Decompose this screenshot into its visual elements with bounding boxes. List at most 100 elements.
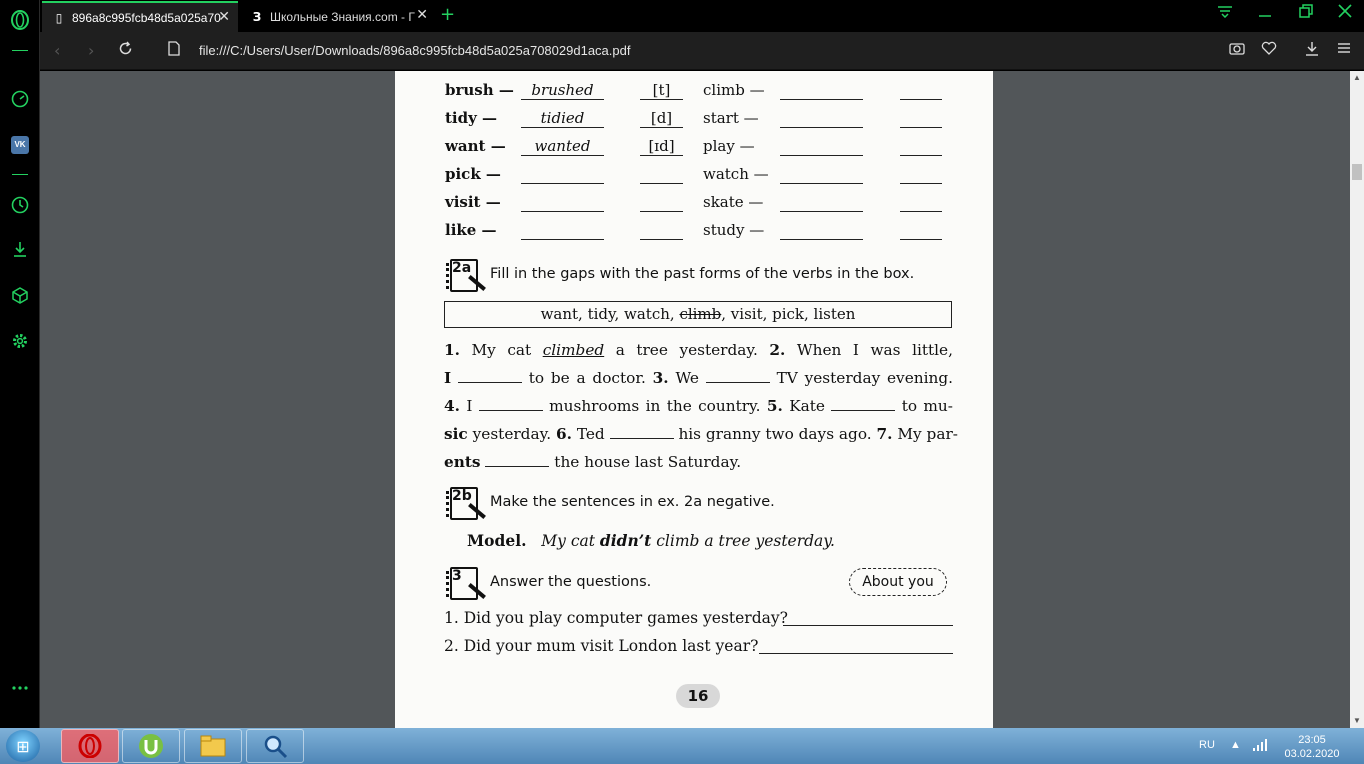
opera-icon[interactable]	[61, 729, 119, 763]
verb-label: like —	[445, 221, 497, 239]
restore-icon[interactable]	[1291, 4, 1321, 28]
start-button[interactable]: ⊞	[6, 730, 40, 762]
answer-line	[521, 183, 604, 184]
settings-icon[interactable]	[9, 330, 31, 352]
language-indicator[interactable]: RU	[1199, 739, 1215, 751]
verb-label: visit —	[445, 193, 501, 211]
sentence-word: My	[471, 341, 496, 359]
vk-icon[interactable]: VK	[9, 134, 31, 156]
tab-title: Школьные Знания.com - Г	[270, 9, 415, 24]
url-field[interactable]: file:///C:/Users/User/Downloads/896a8c99…	[199, 43, 630, 58]
network-icon[interactable]	[1252, 739, 1268, 754]
sentence-word: 7.	[876, 425, 893, 443]
answer-line	[780, 99, 863, 100]
forward-icon[interactable]: ›	[88, 41, 94, 60]
answer-line	[521, 211, 604, 212]
answer-line	[521, 155, 604, 156]
verb-label: tidy —	[445, 109, 498, 127]
sentence-word: Kate	[789, 397, 825, 415]
search-app-icon[interactable]	[246, 729, 304, 763]
sentence-word: his granny two days ago.	[678, 425, 872, 443]
verb-past-form: brushed	[531, 81, 594, 99]
downloads-icon[interactable]	[9, 238, 31, 260]
exercise-icon: 2b	[445, 485, 486, 525]
verb-label: want —	[445, 137, 506, 155]
close-icon[interactable]: ✕	[416, 7, 428, 23]
minimize-icon[interactable]	[1250, 4, 1280, 28]
tab-strip: ▯ 896a8c995fcb48d5a025a70 ✕ З Школьные З…	[40, 0, 1364, 32]
gap-blank	[478, 399, 543, 411]
exercise-2a-line: 1. My cat climbed a tree yesterday. 2. W…	[444, 341, 953, 359]
scroll-up-icon[interactable]: ▲	[1350, 71, 1364, 85]
vk-label: VK	[11, 136, 29, 154]
scroll-down-icon[interactable]: ▼	[1350, 714, 1364, 728]
history-icon[interactable]	[9, 194, 31, 216]
word-box-text: want, tidy, watch,	[540, 305, 680, 323]
tab-znanija[interactable]: З Школьные Знания.com - Г ✕	[240, 1, 436, 32]
gap-blank	[831, 399, 896, 411]
verb-label: climb —	[703, 81, 765, 99]
sound-line	[640, 127, 683, 128]
exercise-number: 2a	[452, 260, 472, 276]
answer-line	[521, 99, 604, 100]
scrollbar[interactable]: ▲ ▼	[1350, 71, 1364, 728]
explorer-icon[interactable]	[184, 729, 242, 763]
sentence-word: We	[675, 369, 699, 387]
speed-dial-icon[interactable]	[9, 88, 31, 110]
new-tab-button[interactable]: +	[440, 4, 455, 25]
sentence-word: mushrooms in the country.	[549, 397, 761, 415]
sentence-word: to mu-	[901, 397, 953, 415]
sentence-word: 1.	[444, 341, 460, 359]
sentence-word: climbed	[542, 341, 605, 359]
tab-pdf[interactable]: ▯ 896a8c995fcb48d5a025a70 ✕	[42, 1, 238, 32]
exercise-2b-instruction: Make the sentences in ex. 2a negative.	[490, 494, 775, 510]
verb-label: start —	[703, 109, 759, 127]
sentence-word: cat	[507, 341, 532, 359]
opera-logo-icon[interactable]	[9, 9, 31, 31]
page-number: 16	[676, 684, 720, 708]
sentence-word: 5.	[766, 397, 783, 415]
clock[interactable]: 23:05 03.02.2020	[1280, 733, 1344, 761]
more-icon[interactable]	[9, 677, 31, 699]
sound-line	[640, 239, 683, 240]
download-icon[interactable]	[1305, 41, 1319, 60]
tab-menu-icon[interactable]	[1210, 4, 1240, 28]
sound-line	[900, 211, 942, 212]
pdf-page: brush — brushed [t] tidy — tidied [d] want — wa…	[395, 71, 993, 728]
sentence-word: 4.	[444, 397, 460, 415]
verb-sound: [t]	[652, 81, 671, 99]
opera-sidebar: VK	[0, 0, 40, 728]
sentence-word: 6.	[555, 425, 572, 443]
model-sentence: Model. My cat didn’t climb a tree yester…	[467, 531, 835, 550]
sentence-word: yesterday.	[679, 341, 758, 359]
easy-setup-icon[interactable]	[1337, 41, 1351, 59]
close-window-icon[interactable]	[1330, 4, 1360, 28]
sentence-word: Ted	[576, 425, 605, 443]
answer-line	[780, 239, 863, 240]
answer-line	[780, 127, 863, 128]
file-icon	[168, 41, 180, 60]
scroll-thumb[interactable]	[1352, 164, 1362, 180]
heart-icon[interactable]	[1261, 41, 1277, 59]
sound-line	[900, 155, 942, 156]
back-icon[interactable]: ‹	[54, 41, 60, 60]
answer-line	[783, 625, 953, 626]
pdf-viewer: brush — brushed [t] tidy — tidied [d] want — wa…	[40, 71, 1350, 728]
extensions-icon[interactable]	[9, 284, 31, 306]
tray-arrow-icon[interactable]: ▲	[1230, 739, 1241, 751]
sound-line	[640, 99, 683, 100]
reload-icon[interactable]	[118, 41, 133, 60]
close-icon[interactable]: ✕	[218, 9, 230, 25]
exercise-3-instruction: Answer the questions.	[490, 574, 652, 590]
snapshot-icon[interactable]	[1229, 41, 1245, 59]
utorrent-icon[interactable]	[122, 729, 180, 763]
question-2: 2. Did your mum visit London last year?	[444, 637, 759, 655]
word-box-text: , visit, pick, listen	[721, 305, 856, 323]
clock-time: 23:05	[1298, 734, 1326, 746]
sentence-word: I	[466, 397, 473, 415]
word-box: want, tidy, watch, climb, visit, pick, l…	[444, 301, 952, 328]
sentence-word: the house last Saturday.	[554, 453, 742, 471]
answer-line	[780, 211, 863, 212]
verb-label: brush —	[445, 81, 514, 99]
sentence-word: a	[615, 341, 625, 359]
